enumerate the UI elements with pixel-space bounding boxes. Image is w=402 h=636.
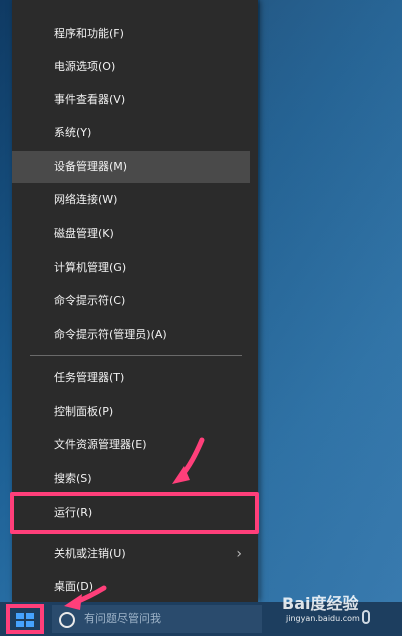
menu-item-label: 控制面板(P) bbox=[54, 405, 114, 418]
menu-item-label: 网络连接(W) bbox=[54, 193, 118, 206]
menu-item-label: 计算机管理(G) bbox=[54, 261, 127, 274]
menu-item-network-connections[interactable]: 网络连接(W) bbox=[12, 184, 250, 216]
baidu-watermark: Bai度经验 jingyan.baidu.com bbox=[282, 590, 392, 630]
menu-item-label: 电源选项(O) bbox=[54, 60, 116, 73]
menu-item-label: 事件查看器(V) bbox=[54, 93, 126, 106]
menu-item-search[interactable]: 搜索(S) bbox=[12, 463, 250, 495]
cortana-circle-icon bbox=[59, 612, 75, 628]
start-button[interactable] bbox=[6, 604, 44, 634]
watermark-url: jingyan.baidu.com bbox=[286, 614, 360, 623]
menu-item-label: 磁盘管理(K) bbox=[54, 227, 114, 240]
menu-item-programs-features[interactable]: 程序和功能(F) bbox=[12, 18, 250, 50]
menu-item-device-manager[interactable]: 设备管理器(M) bbox=[12, 151, 250, 183]
menu-item-disk-management[interactable]: 磁盘管理(K) bbox=[12, 218, 250, 250]
menu-item-label: 程序和功能(F) bbox=[54, 27, 124, 40]
watermark-logo: Bai度经验 bbox=[282, 594, 359, 613]
search-placeholder: 有问题尽管问我 bbox=[84, 612, 161, 625]
menu-item-shutdown-signout[interactable]: 关机或注销(U) › bbox=[12, 538, 250, 570]
menu-item-control-panel[interactable]: 控制面板(P) bbox=[12, 396, 250, 428]
menu-item-computer-management[interactable]: 计算机管理(G) bbox=[12, 252, 250, 284]
menu-item-label: 桌面(D) bbox=[54, 580, 94, 593]
menu-item-label: 设备管理器(M) bbox=[54, 160, 128, 173]
menu-item-file-explorer[interactable]: 文件资源管理器(E) bbox=[12, 429, 250, 461]
menu-item-command-prompt-admin[interactable]: 命令提示符(管理员)(A) bbox=[12, 319, 250, 351]
menu-item-label: 命令提示符(C) bbox=[54, 294, 126, 307]
menu-item-label: 文件资源管理器(E) bbox=[54, 438, 147, 451]
menu-item-label: 命令提示符(管理员)(A) bbox=[54, 328, 167, 341]
menu-item-label: 搜索(S) bbox=[54, 472, 92, 485]
search-input[interactable]: 有问题尽管问我 bbox=[52, 605, 262, 633]
run-highlight-box bbox=[10, 492, 259, 534]
menu-item-system[interactable]: 系统(Y) bbox=[12, 117, 250, 149]
menu-item-label: 系统(Y) bbox=[54, 126, 92, 139]
menu-item-task-manager[interactable]: 任务管理器(T) bbox=[12, 362, 250, 394]
chevron-right-icon: › bbox=[236, 546, 242, 562]
windows-logo-icon bbox=[16, 613, 34, 627]
menu-item-power-options[interactable]: 电源选项(O) bbox=[12, 51, 250, 83]
menu-item-desktop[interactable]: 桌面(D) bbox=[12, 571, 250, 603]
menu-item-label: 任务管理器(T) bbox=[54, 371, 125, 384]
menu-item-event-viewer[interactable]: 事件查看器(V) bbox=[12, 84, 250, 116]
menu-item-label: 关机或注销(U) bbox=[54, 547, 126, 560]
menu-separator bbox=[30, 355, 242, 356]
menu-item-command-prompt[interactable]: 命令提示符(C) bbox=[12, 285, 250, 317]
